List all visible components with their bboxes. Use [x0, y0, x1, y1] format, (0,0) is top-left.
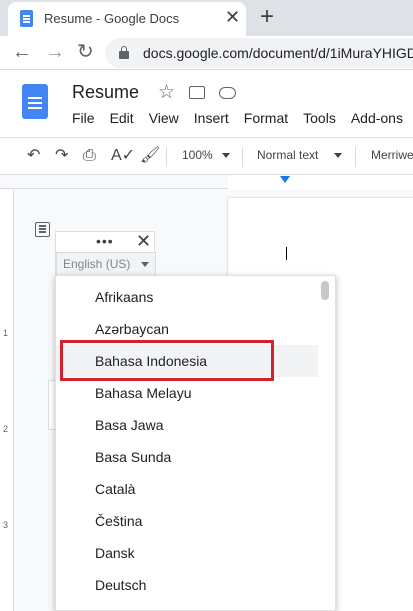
language-option[interactable]: Basa Sunda — [56, 441, 318, 473]
ruler-page-area — [228, 175, 413, 189]
ruler-number: 1 — [3, 328, 9, 338]
toolbar-divider — [242, 147, 243, 167]
close-icon[interactable]: ✕ — [225, 7, 240, 27]
indent-marker[interactable] — [280, 176, 290, 183]
reload-icon[interactable]: ↻ — [77, 40, 94, 64]
text-cursor — [286, 247, 287, 260]
font-select[interactable]: Merriwe — [371, 148, 413, 162]
chevron-down-icon — [221, 153, 230, 159]
language-option[interactable]: Basa Jawa — [56, 409, 318, 441]
docs-logo-icon[interactable] — [22, 84, 48, 119]
language-dropdown-list: Afrikaans Azərbaycan Bahasa Indonesia Ba… — [55, 275, 336, 611]
redo-icon[interactable]: ↷ — [55, 147, 68, 165]
browser-tab[interactable]: Resume - Google Docs ✕ — [8, 2, 246, 36]
language-option[interactable]: Dansk — [56, 537, 318, 569]
docs-header: Resume ☆ File Edit View Insert Format Tools Ad… — [0, 71, 413, 137]
ruler-number: 3 — [3, 520, 9, 530]
language-select[interactable]: English (US) — [56, 252, 156, 276]
move-to-folder-icon[interactable] — [189, 86, 205, 99]
docs-favicon-icon — [20, 10, 33, 27]
lock-icon — [119, 46, 129, 59]
vertical-ruler: 1 2 3 — [0, 190, 14, 611]
language-option[interactable]: Català — [56, 473, 318, 505]
chevron-down-icon — [141, 262, 149, 267]
editing-toolbar: ↶ ↷ ⎙ A✓ 🖌 100% Normal text Merriwe — [0, 137, 413, 175]
menu-format[interactable]: Format — [244, 110, 288, 126]
browser-tab-strip: Resume - Google Docs ✕ + — [0, 0, 413, 36]
menu-tools[interactable]: Tools — [303, 110, 336, 126]
language-option-label: Afrikaans — [95, 289, 154, 305]
toolbar-divider — [166, 147, 167, 167]
paragraph-style-select[interactable]: Normal text — [257, 148, 343, 162]
language-option-label: Deutsch — [95, 577, 147, 593]
print-icon[interactable]: ⎙ — [83, 147, 96, 165]
language-option-label: Basa Jawa — [95, 417, 164, 433]
language-option-label: Basa Sunda — [95, 449, 172, 465]
dropdown-scrollbar[interactable] — [321, 281, 329, 300]
cloud-status-icon[interactable] — [219, 87, 236, 99]
back-arrow-icon[interactable]: ← — [12, 40, 32, 64]
language-value: English (US) — [63, 257, 131, 271]
forward-arrow-icon[interactable]: → — [45, 40, 65, 64]
paint-format-icon[interactable]: 🖌 — [140, 147, 160, 165]
language-option[interactable]: Čeština — [56, 505, 318, 537]
undo-icon[interactable]: ↶ — [27, 147, 40, 165]
zoom-value: 100% — [182, 148, 213, 162]
menu-insert[interactable]: Insert — [194, 110, 229, 126]
document-title[interactable]: Resume — [72, 82, 139, 103]
menu-view[interactable]: View — [149, 110, 179, 126]
zoom-select[interactable]: 100% — [182, 148, 230, 162]
plus-icon[interactable]: + — [260, 3, 274, 31]
language-option-label: Dansk — [95, 545, 135, 561]
star-icon[interactable]: ☆ — [158, 81, 175, 104]
ruler-number: 2 — [3, 424, 9, 434]
language-option-label: Bahasa Melayu — [95, 385, 192, 401]
document-outline-icon[interactable] — [35, 222, 50, 237]
language-option[interactable]: Bahasa Melayu — [56, 377, 318, 409]
language-option-label: Català — [95, 481, 136, 497]
horizontal-ruler — [0, 175, 413, 189]
language-option[interactable]: Deutsch — [56, 569, 318, 601]
style-value: Normal text — [257, 148, 319, 162]
language-option[interactable]: Afrikaans — [56, 281, 318, 313]
toolbar-divider — [355, 147, 356, 167]
menu-file[interactable]: File — [72, 110, 95, 126]
annotation-highlight-box — [60, 340, 274, 381]
tab-title: Resume - Google Docs — [44, 11, 180, 26]
url-text: docs.google.com/document/d/1iMuraYHIGD — [143, 45, 413, 61]
close-icon[interactable]: ✕ — [136, 231, 151, 252]
menu-edit[interactable]: Edit — [110, 110, 134, 126]
language-option-label: Azərbaycan — [95, 321, 169, 337]
menu-bar: File Edit View Insert Format Tools Add-ons — [72, 110, 413, 126]
address-bar[interactable]: docs.google.com/document/d/1iMuraYHIGD — [105, 38, 413, 68]
chevron-down-icon — [334, 153, 343, 159]
menu-add-ons[interactable]: Add-ons — [351, 110, 403, 126]
more-options-icon[interactable]: ••• — [96, 233, 114, 249]
spellcheck-popup: ••• ✕ English (US) — [55, 231, 156, 277]
language-option-label: Čeština — [95, 513, 143, 529]
browser-toolbar: ← → ↻ docs.google.com/document/d/1iMuraY… — [0, 36, 413, 70]
spellcheck-icon[interactable]: A✓ — [111, 147, 135, 165]
